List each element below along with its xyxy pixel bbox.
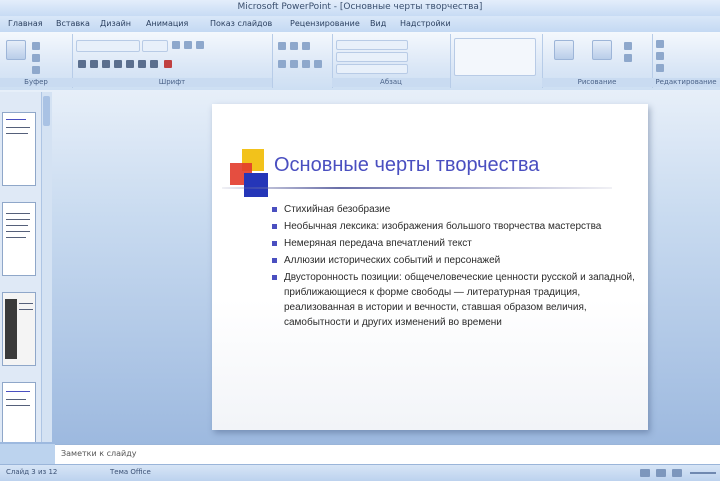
tab-design[interactable]: Дизайн [100, 19, 131, 28]
bold-icon[interactable] [78, 60, 86, 68]
shape-fill-icon[interactable] [624, 42, 632, 50]
slide-logo [230, 149, 270, 201]
tab-animation[interactable]: Анимация [146, 19, 188, 28]
slide-thumbnails-pane[interactable] [0, 92, 43, 442]
align-text-button[interactable] [336, 52, 408, 62]
slide-counter: Слайд 3 из 12 [6, 468, 58, 476]
notes-pane[interactable]: Заметки к слайду [55, 444, 720, 465]
bullet-item[interactable]: Немеряная передача впечатлений текст [272, 236, 642, 251]
format-painter-icon[interactable] [32, 66, 40, 74]
group-label: Абзац [332, 78, 450, 87]
slide-thumbnail[interactable] [2, 202, 36, 276]
title-bar: Microsoft PowerPoint - [Основные черты т… [0, 0, 720, 17]
slide-title[interactable]: Основные черты творчества [274, 154, 539, 177]
shapes-gallery[interactable] [454, 38, 536, 76]
title-underline [222, 187, 612, 189]
window-title: Microsoft PowerPoint - [Основные черты т… [237, 2, 483, 12]
align-left-icon[interactable] [278, 60, 286, 68]
align-right-icon[interactable] [302, 60, 310, 68]
group-drawing-shapes [450, 34, 543, 88]
slideshow-view-icon[interactable] [672, 469, 682, 477]
ribbon: Буфер Шрифт Абзац Рисование Редактирован… [0, 32, 720, 91]
select-icon[interactable] [656, 64, 664, 72]
group-paragraph: Абзац [332, 34, 451, 88]
slide-thumbnail[interactable] [2, 112, 36, 186]
group-editing: Редактирование [652, 34, 720, 88]
font-size-select[interactable] [142, 40, 168, 52]
group-label: Буфер [0, 78, 72, 87]
tab-insert[interactable]: Вставка [56, 19, 90, 28]
group-label: Рисование [542, 78, 652, 87]
ribbon-tabs: Главная Вставка Дизайн Анимация Показ сл… [0, 16, 720, 32]
thumbnails-scrollbar[interactable] [41, 92, 52, 442]
slide-thumbnail-selected[interactable] [2, 292, 36, 366]
tab-view[interactable]: Вид [370, 19, 386, 28]
strikethrough-icon[interactable] [114, 60, 122, 68]
bullet-item[interactable]: Двусторонность позиции: общечеловеческие… [272, 270, 642, 330]
notes-placeholder: Заметки к слайду [61, 449, 137, 458]
normal-view-icon[interactable] [640, 469, 650, 477]
paste-icon[interactable] [6, 40, 26, 60]
italic-icon[interactable] [90, 60, 98, 68]
align-center-icon[interactable] [290, 60, 298, 68]
find-icon[interactable] [656, 40, 664, 48]
clear-format-icon[interactable] [196, 41, 204, 49]
group-font: Шрифт [72, 34, 273, 88]
sorter-view-icon[interactable] [656, 469, 666, 477]
tab-slideshow[interactable]: Показ слайдов [210, 19, 272, 28]
theme-name: Тема Office [110, 468, 151, 476]
bullet-item[interactable]: Стихийная безобразие [272, 202, 642, 217]
bullet-item[interactable]: Аллюзии исторических событий и персонаже… [272, 253, 642, 268]
group-label: Шрифт [72, 78, 272, 87]
slide-thumbnail[interactable] [2, 382, 36, 442]
group-label: Редактирование [652, 78, 720, 87]
group-drawing: Рисование [542, 34, 653, 88]
scrollbar-thumb[interactable] [43, 96, 50, 126]
replace-icon[interactable] [656, 52, 664, 60]
slide-canvas[interactable]: Основные черты творчества Стихийная безо… [212, 104, 648, 430]
indent-icon[interactable] [302, 42, 310, 50]
font-name-select[interactable] [76, 40, 140, 52]
copy-icon[interactable] [32, 54, 40, 62]
tab-review[interactable]: Рецензирование [290, 19, 360, 28]
font-color-icon[interactable] [164, 60, 172, 68]
underline-icon[interactable] [102, 60, 110, 68]
tab-addins[interactable]: Надстройки [400, 19, 451, 28]
bullet-item[interactable]: Необычная лексика: изображения большого … [272, 219, 642, 234]
grow-font-icon[interactable] [172, 41, 180, 49]
group-clipboard: Буфер [0, 34, 73, 88]
shape-outline-icon[interactable] [624, 54, 632, 62]
group-paragraph-lists [272, 34, 333, 88]
zoom-slider[interactable] [690, 472, 716, 474]
text-direction-button[interactable] [336, 40, 408, 50]
quick-styles-icon[interactable] [592, 40, 612, 60]
case-icon[interactable] [150, 60, 158, 68]
spacing-icon[interactable] [138, 60, 146, 68]
tab-home[interactable]: Главная [8, 19, 43, 28]
shrink-font-icon[interactable] [184, 41, 192, 49]
arrange-icon[interactable] [554, 40, 574, 60]
numbering-icon[interactable] [290, 42, 298, 50]
bullets-icon[interactable] [278, 42, 286, 50]
smartart-button[interactable] [336, 64, 408, 74]
cut-icon[interactable] [32, 42, 40, 50]
bullet-list[interactable]: Стихийная безобразие Необычная лексика: … [272, 202, 642, 332]
shadow-icon[interactable] [126, 60, 134, 68]
justify-icon[interactable] [314, 60, 322, 68]
status-bar: Слайд 3 из 12 Тема Office [0, 464, 720, 481]
